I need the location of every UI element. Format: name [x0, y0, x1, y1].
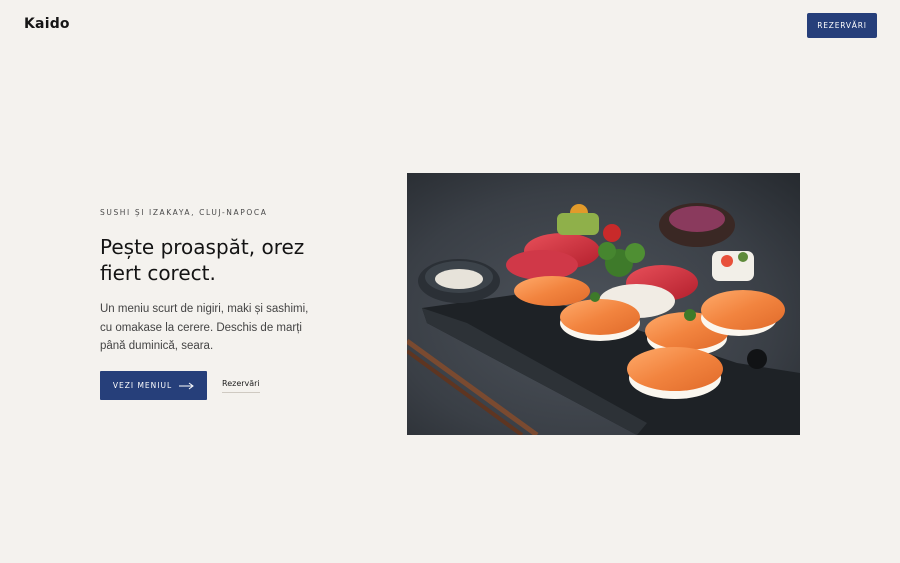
hero-eyebrow: SUSHI ȘI IZAKAYA, CLUJ-NAPOCA — [100, 208, 268, 217]
site-header: Kaido REZERVĂRI — [0, 0, 900, 52]
brand-logo[interactable]: Kaido — [24, 16, 70, 32]
reservations-link[interactable]: Rezervări — [222, 379, 260, 393]
arrow-right-icon — [179, 382, 194, 389]
sushi-photo-illustration — [407, 173, 800, 435]
hero-description: Un meniu scurt de nigiri, maki și sashim… — [100, 303, 309, 352]
view-menu-button[interactable]: VEZI MENIUL — [100, 371, 207, 400]
view-menu-button-label: VEZI MENIUL — [112, 381, 173, 390]
hero-headline: Pește proaspăt, orez fiert corect. — [100, 235, 305, 285]
header-reservations-button[interactable]: REZERVĂRI — [807, 13, 877, 38]
hero-actions: VEZI MENIUL Rezervări — [100, 371, 260, 400]
hero-text: SUSHI ȘI IZAKAYA, CLUJ-NAPOCA Pește proa… — [100, 208, 330, 356]
sushi-platter-image — [407, 173, 800, 435]
